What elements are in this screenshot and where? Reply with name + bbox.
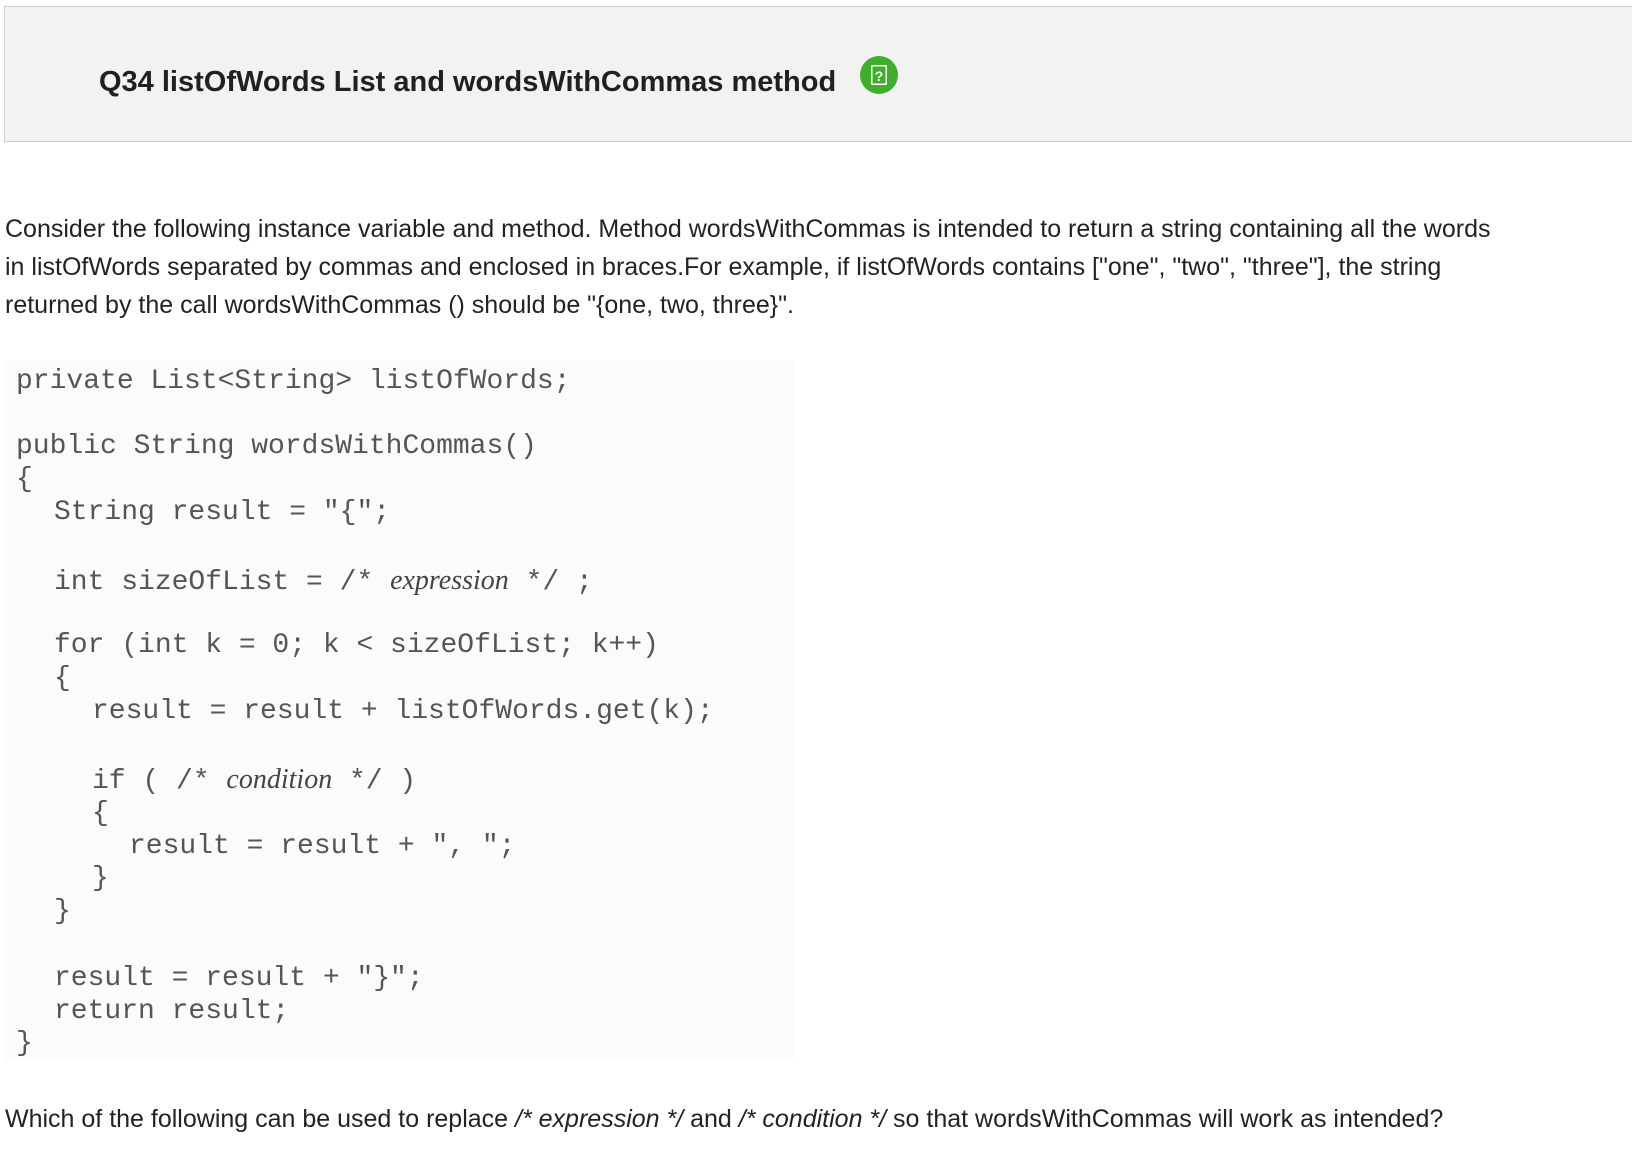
code-line-5: int sizeOfList = /* expression */ ; (54, 565, 593, 599)
question-header: Q34 listOfWords List and wordsWithCommas… (4, 6, 1632, 142)
code-line-9: if ( /* condition */ ) (92, 764, 416, 798)
expression-placeholder: expression (390, 565, 509, 596)
condition-placeholder: condition (226, 764, 333, 795)
code-line-13: } (54, 896, 71, 927)
code-line-14: result = result + "}"; (54, 963, 424, 994)
intro-line-3: returned by the call wordsWithCommas () … (5, 291, 794, 319)
code-line-4: String result = "{"; (54, 497, 391, 528)
question-intro: Consider the following instance variable… (5, 210, 1632, 324)
code-line-6: for (int k = 0; k < sizeOfList; k++) (54, 630, 659, 661)
question-part-1: Which of the following can be used to re… (5, 1105, 516, 1133)
question-title: Q34 listOfWords List and wordsWithCommas… (99, 66, 837, 98)
expression-ref: /* expression */ (515, 1105, 684, 1133)
code-line-1: private List<String> listOfWords; (16, 366, 571, 397)
code-line-16: } (16, 1028, 33, 1059)
help-notebook-icon[interactable]: ? (859, 55, 899, 95)
code-line-5-start: int sizeOfList = /* (54, 567, 391, 598)
code-line-7: { (54, 663, 71, 694)
code-line-2: public String wordsWithCommas() (16, 431, 537, 462)
code-line-8: result = result + listOfWords.get(k); (92, 696, 714, 727)
intro-line-2: in listOfWords separated by commas and e… (5, 253, 1442, 281)
condition-ref: /* condition */ (738, 1105, 887, 1133)
code-line-12: } (92, 863, 109, 894)
code-line-10: { (92, 798, 109, 829)
question-part-3: so that wordsWithCommas will work as int… (886, 1105, 1444, 1133)
intro-line-1: Consider the following instance variable… (5, 215, 1491, 243)
code-line-11: result = result + ", "; (129, 831, 516, 862)
help-icon-glyph: ? (875, 68, 884, 84)
question-prompt: Which of the following can be used to re… (5, 1100, 1632, 1138)
code-line-5-end: */ ; (508, 567, 593, 598)
question-part-2: and (683, 1105, 739, 1133)
code-line-15: return result; (54, 996, 290, 1027)
code-line-9-end: */ ) (332, 766, 417, 797)
code-snippet: private List<String> listOfWords; public… (4, 360, 794, 1060)
code-line-3: { (16, 464, 33, 495)
code-line-9-start: if ( /* (92, 766, 227, 797)
